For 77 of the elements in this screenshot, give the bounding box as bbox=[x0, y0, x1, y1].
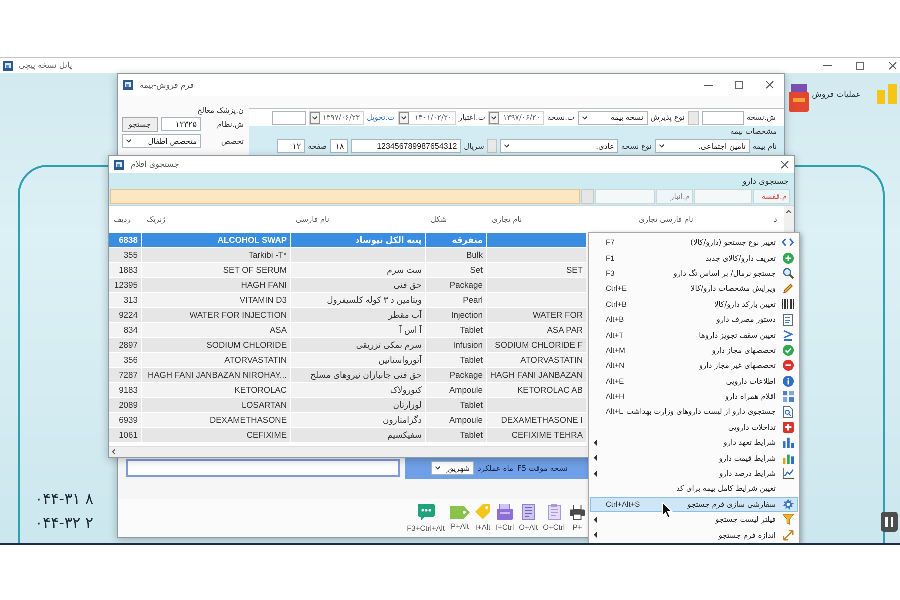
close-icon bbox=[781, 160, 789, 168]
column-chart-icon bbox=[782, 452, 794, 464]
document-icon bbox=[522, 504, 536, 520]
input-field[interactable]: ۱۲ bbox=[277, 139, 306, 153]
greater-equal-icon bbox=[783, 330, 793, 341]
printer-icon bbox=[570, 504, 585, 520]
input-field[interactable] bbox=[595, 189, 655, 204]
clipboard-list-icon bbox=[783, 314, 793, 326]
close-icon bbox=[766, 81, 774, 89]
file-search-icon bbox=[783, 406, 793, 418]
input-field[interactable]: ۱۸ bbox=[330, 139, 348, 153]
input-field[interactable]: ۱۲۳۲۵ bbox=[161, 117, 201, 131]
phone-number: ۰۴۴-۳۲ ۲ bbox=[35, 513, 94, 534]
cursor-icon bbox=[662, 502, 673, 519]
pause-icon[interactable] bbox=[881, 512, 898, 532]
grid-icon bbox=[782, 391, 794, 402]
medical-cross-icon bbox=[782, 422, 794, 433]
bar-chart-icon bbox=[782, 437, 794, 448]
minus-circle-icon bbox=[782, 360, 794, 372]
small-button[interactable] bbox=[688, 110, 699, 124]
plus-circle-icon bbox=[782, 252, 794, 264]
barcode-icon bbox=[782, 299, 794, 310]
phone-number: ۰۴۴-۳۱ ۸ bbox=[35, 489, 94, 510]
maximize-button[interactable] bbox=[732, 78, 746, 92]
table-cell: CEFIXIME bbox=[142, 428, 291, 443]
section-title: جستجوی دارو bbox=[109, 173, 794, 189]
bar-chart-icon bbox=[877, 84, 897, 104]
window-icon bbox=[123, 80, 133, 90]
input-field[interactable] bbox=[702, 110, 744, 124]
caret-down-icon bbox=[582, 116, 588, 120]
close-icon bbox=[889, 62, 897, 70]
settings-icon bbox=[782, 498, 794, 510]
scroll-up-button[interactable] bbox=[784, 206, 794, 233]
maximize-icon bbox=[735, 81, 743, 89]
small-button[interactable] bbox=[487, 139, 498, 153]
check-circle-icon bbox=[782, 344, 794, 356]
minimize-icon bbox=[704, 84, 712, 86]
section-title: عملیات فروش bbox=[812, 90, 861, 99]
pencil-icon bbox=[782, 283, 794, 294]
input-field[interactable]: 123456789987654312 bbox=[351, 139, 462, 153]
table-row[interactable]: 355 Tarkibi -T* Bulk bbox=[109, 248, 587, 263]
search-field[interactable] bbox=[110, 189, 580, 204]
caret-down-icon bbox=[126, 139, 132, 143]
input-field[interactable] bbox=[694, 189, 752, 204]
horizontal-scrollbar[interactable] bbox=[109, 446, 587, 457]
caret-down-icon bbox=[401, 116, 408, 120]
window-icon bbox=[114, 160, 124, 170]
line-chart-icon bbox=[782, 468, 794, 480]
code-icon bbox=[782, 238, 794, 248]
table-cell: 1061 bbox=[109, 428, 142, 443]
caret-down-icon bbox=[312, 116, 318, 120]
tag-icon bbox=[475, 504, 491, 520]
caret-down-icon bbox=[504, 144, 510, 148]
window-title: فرم فروش-بیمه bbox=[140, 80, 194, 90]
window-icon bbox=[3, 60, 13, 70]
tag-icon bbox=[450, 506, 470, 518]
clipboard-icon bbox=[548, 504, 561, 520]
caret-up-icon bbox=[786, 210, 792, 214]
window-title: جستجوی اقلام bbox=[131, 160, 180, 169]
books-icon bbox=[789, 84, 810, 112]
input-field[interactable] bbox=[272, 110, 306, 124]
minimize-icon bbox=[822, 65, 832, 66]
info-icon bbox=[782, 376, 794, 387]
table-cell: CEFIXIME TEHRA bbox=[487, 428, 587, 443]
window-title: پانل نسخه پیچی bbox=[19, 61, 72, 70]
caret-down-icon bbox=[491, 116, 498, 120]
note-field[interactable] bbox=[126, 459, 400, 477]
resize-icon bbox=[782, 530, 794, 541]
chat-icon bbox=[418, 504, 435, 520]
maximize-icon bbox=[856, 62, 864, 70]
caret-down-icon bbox=[658, 144, 665, 148]
table-cell: سفیکسیم bbox=[291, 428, 426, 443]
table-cell: Tablet bbox=[426, 428, 487, 443]
box-icon bbox=[497, 504, 514, 520]
caret-down-icon bbox=[435, 466, 441, 470]
scroll-left-icon bbox=[112, 449, 116, 455]
search-icon bbox=[782, 268, 794, 279]
